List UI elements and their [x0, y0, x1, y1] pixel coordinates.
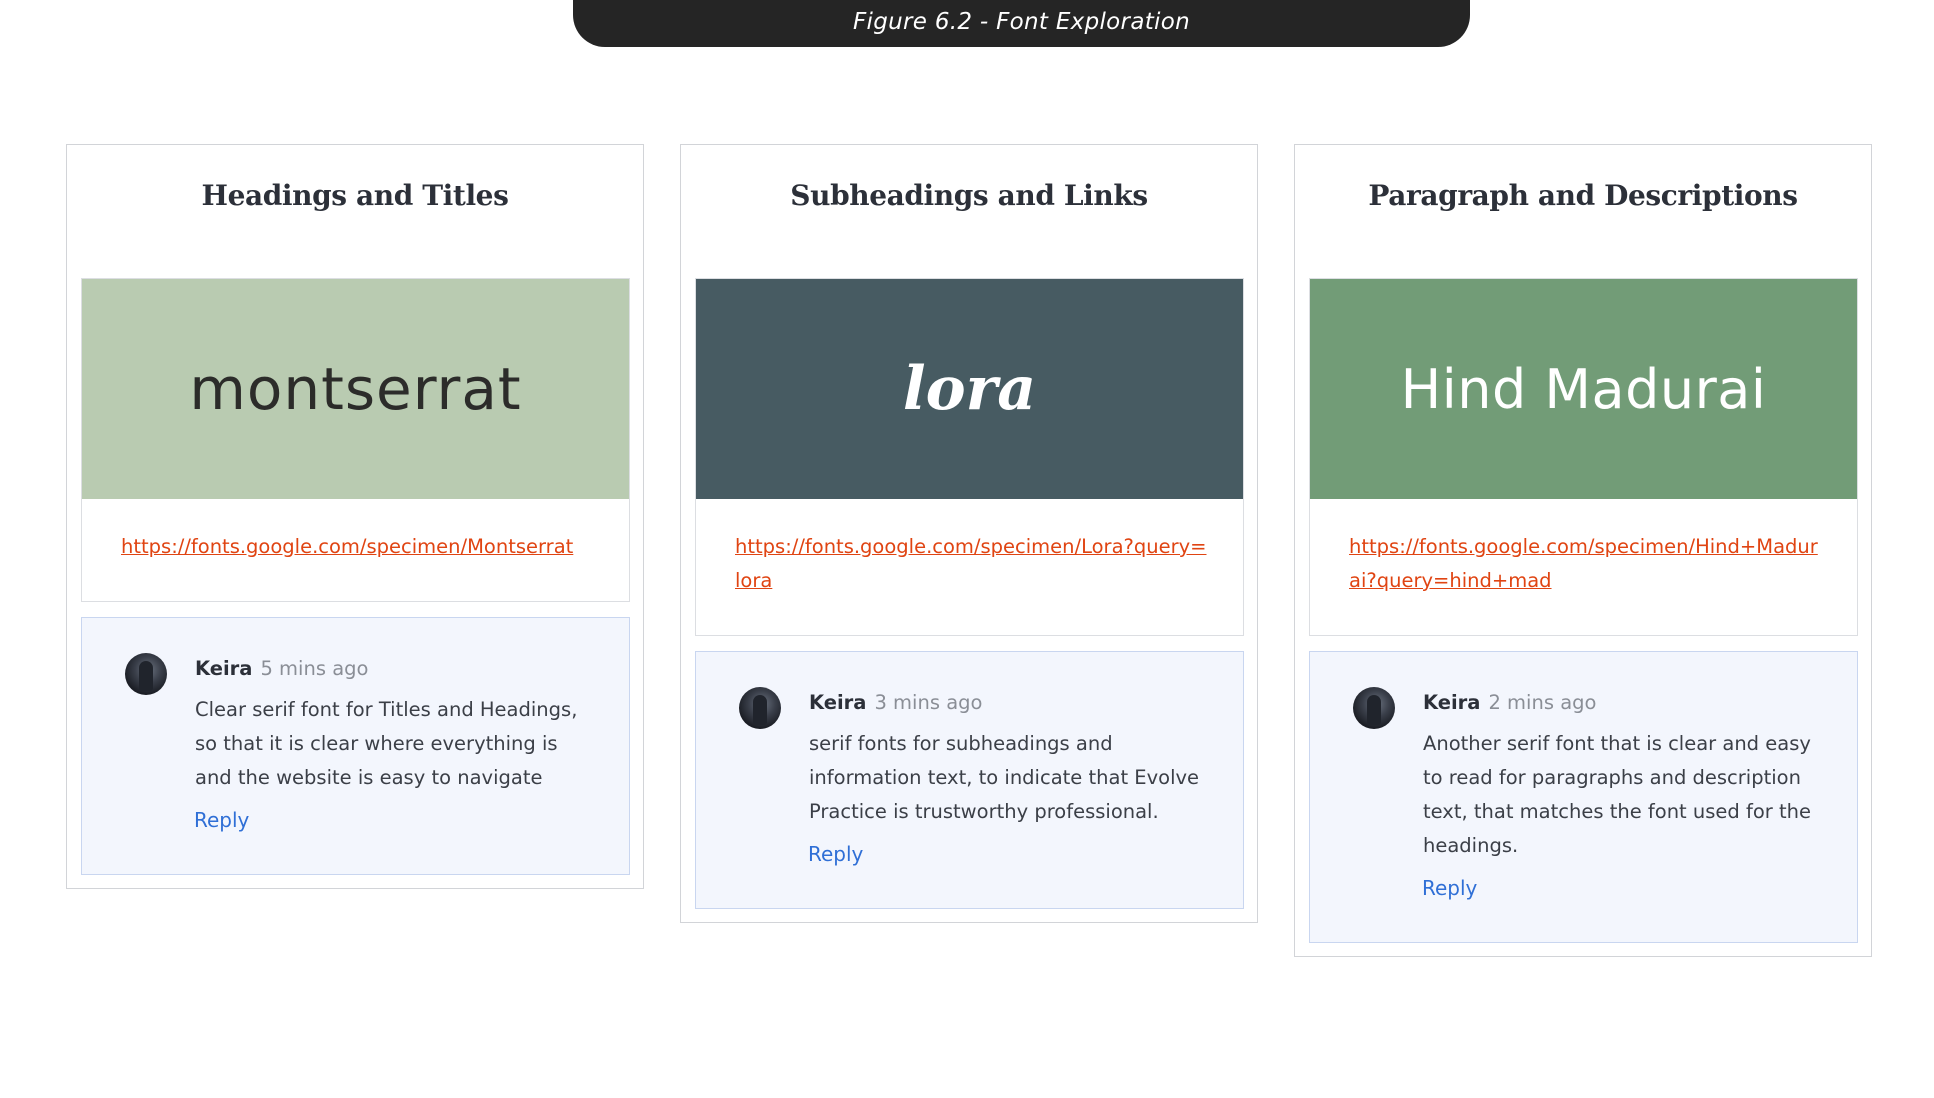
column-title: Subheadings and Links	[790, 179, 1148, 212]
font-column-paragraphs: Paragraph and Descriptions Hind Madurai …	[1294, 144, 1872, 957]
comment-time: 3 mins ago	[874, 691, 983, 714]
reply-button[interactable]: Reply	[194, 808, 249, 832]
comment-author: Keira	[195, 657, 253, 680]
font-preview-image: lora	[696, 279, 1243, 499]
font-card: Hind Madurai https://fonts.google.com/sp…	[1309, 278, 1858, 636]
comment-text: Clear serif font for Titles and Headings…	[195, 698, 578, 789]
reply-button[interactable]: Reply	[1422, 876, 1477, 900]
comment-text: serif fonts for subheadings and informat…	[809, 732, 1200, 823]
font-column-subheadings: Subheadings and Links lora https://fonts…	[680, 144, 1258, 923]
font-specimen-link[interactable]: https://fonts.google.com/specimen/Montse…	[121, 530, 595, 564]
comment-author: Keira	[809, 691, 867, 714]
comment-time: 5 mins ago	[260, 657, 369, 680]
font-preview-image: Hind Madurai	[1310, 279, 1857, 499]
font-specimen-link[interactable]: https://fonts.google.com/specimen/Hind+M…	[1349, 530, 1823, 598]
comment-author: Keira	[1423, 691, 1481, 714]
font-card: montserrat https://fonts.google.com/spec…	[81, 278, 630, 602]
avatar	[125, 653, 167, 695]
font-preview-image: montserrat	[82, 279, 629, 499]
comment-header: Keira 5 mins ago	[195, 657, 368, 680]
font-card: lora https://fonts.google.com/specimen/L…	[695, 278, 1244, 636]
comment: Keira 3 mins ago serif fonts for subheadi…	[695, 651, 1244, 909]
figure-caption: Figure 6.2 - Font Exploration	[573, 0, 1470, 47]
font-specimen-link[interactable]: https://fonts.google.com/specimen/Lora?q…	[735, 530, 1209, 598]
avatar	[739, 687, 781, 729]
column-title: Headings and Titles	[201, 179, 509, 212]
avatar	[1353, 687, 1395, 729]
reply-button[interactable]: Reply	[808, 842, 863, 866]
comment-header: Keira 3 mins ago	[809, 691, 982, 714]
comment-text: Another serif font that is clear and eas…	[1423, 732, 1812, 857]
comment-time: 2 mins ago	[1488, 691, 1597, 714]
comment-header: Keira 2 mins ago	[1423, 691, 1596, 714]
comment: Keira 2 mins ago Another serif font that …	[1309, 651, 1858, 943]
column-title: Paragraph and Descriptions	[1368, 179, 1798, 212]
font-column-headings: Headings and Titles montserrat https://f…	[66, 144, 644, 889]
comment: Keira 5 mins ago Clear serif font for Tit…	[81, 617, 630, 875]
